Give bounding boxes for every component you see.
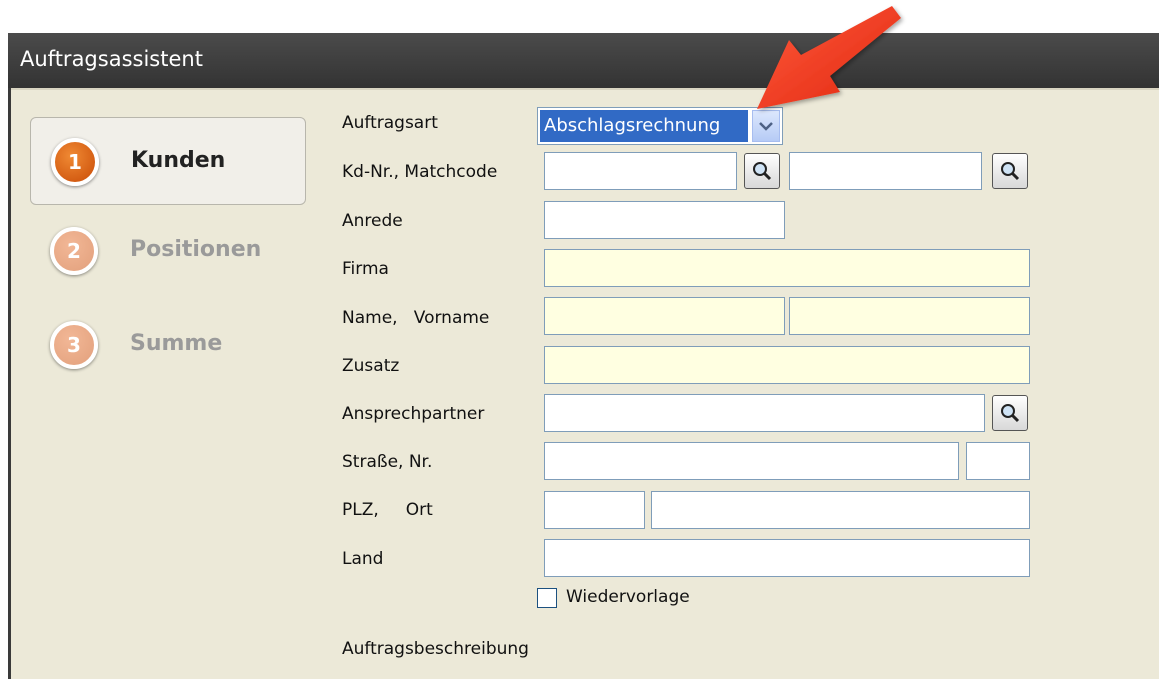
- wiedervorlage-checkbox[interactable]: [537, 588, 557, 608]
- step-positionen[interactable]: 2 Positionen: [30, 207, 306, 295]
- land-input[interactable]: [544, 539, 1030, 577]
- anrede-input[interactable]: [544, 201, 785, 239]
- window-title: Auftragsassistent: [20, 47, 203, 71]
- step-label: Kunden: [131, 148, 226, 173]
- window-left-border: [8, 88, 11, 679]
- step-number-badge: 1: [51, 138, 99, 186]
- magnifier-icon: [753, 162, 772, 181]
- matchcode-input[interactable]: [789, 152, 982, 190]
- ort-input[interactable]: [651, 491, 1030, 529]
- zusatz-label: Zusatz: [342, 356, 400, 376]
- land-label: Land: [342, 549, 384, 569]
- chevron-down-icon[interactable]: [752, 110, 780, 142]
- title-divider: [8, 88, 1159, 90]
- name-vorname-label: Name, Vorname: [342, 308, 490, 328]
- auftragsbeschreibung-label: Auftragsbeschreibung: [342, 639, 529, 659]
- step-label: Summe: [130, 331, 223, 356]
- auftragsart-label: Auftragsart: [342, 113, 438, 133]
- step-number-badge: 2: [50, 227, 98, 275]
- vorname-input[interactable]: [789, 297, 1030, 335]
- magnifier-icon: [1001, 162, 1020, 181]
- hausnummer-input[interactable]: [966, 442, 1030, 480]
- kdnr-input[interactable]: [544, 152, 737, 190]
- title-bar: Auftragsassistent: [8, 33, 1159, 88]
- ansprechpartner-label: Ansprechpartner: [342, 404, 485, 424]
- name-input[interactable]: [544, 297, 785, 335]
- kdnr-matchcode-label: Kd-Nr., Matchcode: [342, 162, 498, 182]
- strasse-input[interactable]: [544, 442, 959, 480]
- ansprechpartner-input[interactable]: [544, 394, 985, 432]
- ansprechpartner-search-button[interactable]: [992, 395, 1028, 431]
- wiedervorlage-label: Wiedervorlage: [566, 587, 690, 607]
- anrede-label: Anrede: [342, 211, 403, 231]
- plz-ort-label: PLZ, Ort: [342, 500, 433, 520]
- step-kunden[interactable]: 1 Kunden: [30, 117, 306, 205]
- step-label: Positionen: [130, 237, 262, 262]
- auftragsart-selected-value: Abschlagsrechnung: [540, 110, 748, 142]
- strasse-nr-label: Straße, Nr.: [342, 452, 433, 472]
- plz-input[interactable]: [544, 491, 645, 529]
- magnifier-icon: [1001, 404, 1020, 423]
- auftragsart-select[interactable]: Abschlagsrechnung: [537, 107, 783, 145]
- matchcode-search-button[interactable]: [992, 153, 1028, 189]
- kdnr-search-button[interactable]: [744, 153, 780, 189]
- zusatz-input[interactable]: [544, 346, 1030, 384]
- firma-label: Firma: [342, 259, 389, 279]
- firma-input[interactable]: [544, 249, 1030, 287]
- step-number-badge: 3: [50, 321, 98, 369]
- step-summe[interactable]: 3 Summe: [30, 301, 306, 389]
